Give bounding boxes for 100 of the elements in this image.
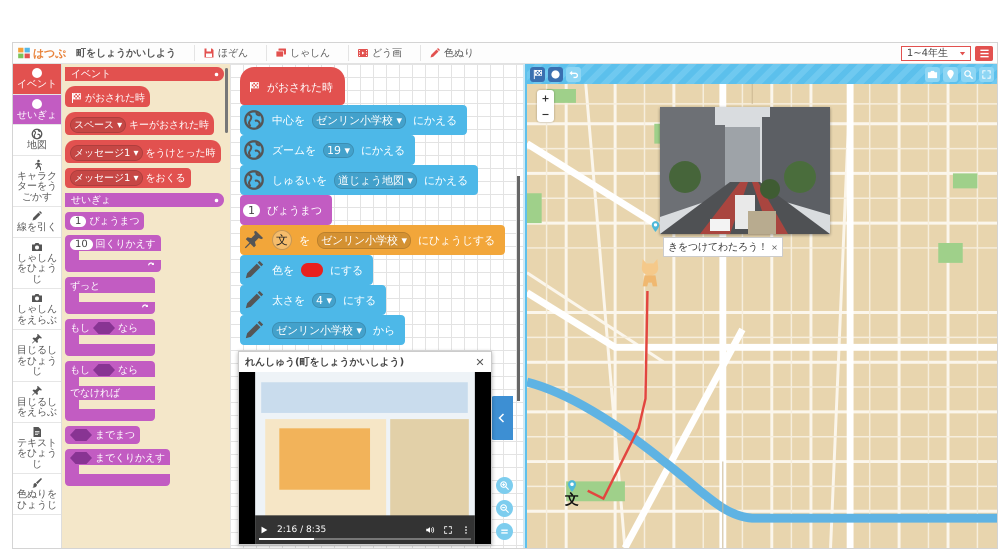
code-block[interactable]: ズームを 19 ▾ にかえる	[240, 135, 416, 165]
logo-icon	[17, 46, 31, 60]
code-block[interactable]: もし なら でなければ	[65, 361, 155, 421]
block-label: しゅるいを	[272, 172, 327, 188]
block-label: がおされた時	[85, 92, 145, 105]
category-item[interactable]: しゃしんをえらぶ	[13, 289, 61, 330]
condition-slot[interactable]	[93, 322, 115, 334]
number-field[interactable]: 1	[243, 204, 260, 216]
category-item[interactable]: 目じるしをえらぶ	[13, 382, 61, 422]
code-block[interactable]: しゅるいを 道じょう地図 ▾ にかえる	[240, 165, 478, 195]
block-dropdown[interactable]: 19 ▾	[323, 142, 354, 158]
code-block[interactable]: ずっと	[65, 277, 155, 314]
category-item[interactable]: しゃしんをひょうじ	[13, 238, 61, 289]
zoom-button[interactable]	[496, 523, 513, 540]
block-label: なら	[118, 322, 138, 335]
save-icon	[203, 47, 215, 59]
photos-icon	[275, 47, 287, 59]
number-field[interactable]: 1	[70, 216, 86, 226]
category-item[interactable]: イベント	[13, 64, 61, 94]
map-tool-button[interactable]	[925, 66, 940, 82]
map-tool-button[interactable]	[961, 66, 976, 82]
category-item[interactable]: 目じるしをひょうじ	[13, 330, 61, 382]
zoom-out-icon	[499, 503, 510, 514]
volume-icon[interactable]	[425, 525, 435, 535]
condition-slot[interactable]	[93, 364, 115, 376]
flag-icon	[532, 68, 543, 80]
code-block[interactable]: 中心を ゼンリン小学校 ▾ にかえる	[240, 105, 468, 135]
code-block[interactable]: までまつ	[65, 426, 140, 444]
zoom-button[interactable]	[496, 477, 513, 494]
color-swatch[interactable]	[301, 263, 323, 277]
code-block[interactable]: メッセージ1 ▾ をおくる	[65, 168, 191, 188]
close-button[interactable]	[475, 357, 485, 367]
block-dropdown[interactable]: メッセージ1 ▾	[70, 170, 143, 186]
menu-button[interactable]: しゃしん	[266, 45, 338, 61]
condition-slot[interactable]	[70, 429, 92, 441]
brush-icon	[31, 477, 43, 489]
code-block[interactable]: 太さを 4 ▾ にする	[240, 285, 386, 315]
fullscreen-icon	[981, 68, 992, 80]
menu-button[interactable]	[975, 46, 993, 60]
block-label: もし	[70, 364, 90, 377]
code-block[interactable]: がおされた時	[65, 86, 150, 107]
code-block[interactable]: メッセージ1 ▾ をうけとった時	[65, 140, 221, 163]
block-label: キーがおされた時	[129, 118, 210, 132]
symbol-field[interactable]: 文	[272, 230, 292, 250]
block-label: にする	[343, 292, 376, 308]
pushpin-icon	[243, 229, 265, 251]
block-label: を	[299, 232, 310, 248]
code-block[interactable]: ゼンリン小学校 ▾ から	[240, 315, 406, 345]
condition-slot[interactable]	[70, 452, 92, 464]
zoom-button[interactable]	[496, 500, 513, 517]
block-dropdown[interactable]: 道じょう地図 ▾	[334, 172, 418, 188]
code-block[interactable]: 文 を ゼンリン小学校 ▾ にひょうじする	[240, 225, 506, 255]
block-dropdown[interactable]: スペース ▾	[70, 117, 126, 133]
menu-button[interactable]: どう画	[348, 45, 410, 61]
code-block[interactable]: までくりかえす	[65, 449, 170, 486]
menu-button[interactable]: 色ぬり	[420, 45, 482, 61]
flag-icon	[248, 81, 260, 93]
category-item[interactable]: 色ぬりをひょうじ	[13, 474, 61, 515]
block-dropdown[interactable]: ゼンリン小学校 ▾	[312, 112, 406, 128]
code-block[interactable]: もし なら	[65, 319, 155, 356]
block-label: にかえる	[361, 142, 406, 158]
category-item[interactable]: 地図	[13, 125, 61, 156]
number-field[interactable]: 10	[70, 238, 93, 250]
globe-icon	[243, 109, 265, 131]
block-dropdown[interactable]: 4 ▾	[312, 292, 336, 308]
block-label: から	[373, 322, 396, 338]
scrollbar[interactable]	[225, 68, 228, 133]
dialog-title: れんしゅう(町をしょうかいしよう)	[245, 356, 404, 369]
flag-button[interactable]	[530, 66, 545, 82]
code-block[interactable]: 1 びょうまつ	[240, 195, 332, 225]
category-title: イベント	[71, 68, 111, 81]
camera-icon	[927, 68, 938, 80]
block-dropdown[interactable]: ゼンリン小学校 ▾	[317, 232, 412, 248]
globe-icon	[243, 139, 265, 161]
map-tool-button[interactable]	[979, 66, 994, 82]
block-dropdown[interactable]: メッセージ1 ▾	[70, 145, 143, 161]
category-item[interactable]: 線を引く	[13, 207, 61, 238]
block-label: 色を	[272, 262, 294, 278]
code-block[interactable]: 10 回くりかえす	[65, 235, 161, 272]
stop-button[interactable]	[548, 66, 563, 82]
code-block[interactable]: がおされた時	[240, 67, 345, 105]
code-block[interactable]: 1 びょうまつ	[65, 212, 144, 230]
collapse-tab[interactable]	[491, 396, 513, 440]
category-item[interactable]: キャラクターをうごかす	[13, 156, 61, 207]
category-item[interactable]: せいぎょ	[13, 94, 61, 125]
block-dropdown[interactable]: ゼンリン小学校 ▾	[272, 322, 366, 338]
undo-icon	[568, 68, 579, 80]
scrollbar[interactable]	[517, 176, 520, 401]
category-item[interactable]: テキストをひょうじ	[13, 422, 61, 474]
grade-dropdown[interactable]: 1~4年生	[900, 46, 971, 60]
block-label: もし	[70, 322, 90, 335]
camera-icon	[31, 292, 43, 304]
menu-button[interactable]: ほぞん	[194, 45, 256, 61]
code-block[interactable]: スペース ▾ キーがおされた時	[65, 112, 214, 135]
film-icon	[357, 47, 369, 59]
play-icon[interactable]	[259, 525, 269, 535]
block-label: でなければ	[70, 387, 120, 400]
block-label: なら	[118, 364, 138, 377]
fullscreen-icon[interactable]	[443, 525, 453, 535]
map-tool-button[interactable]	[943, 66, 958, 82]
